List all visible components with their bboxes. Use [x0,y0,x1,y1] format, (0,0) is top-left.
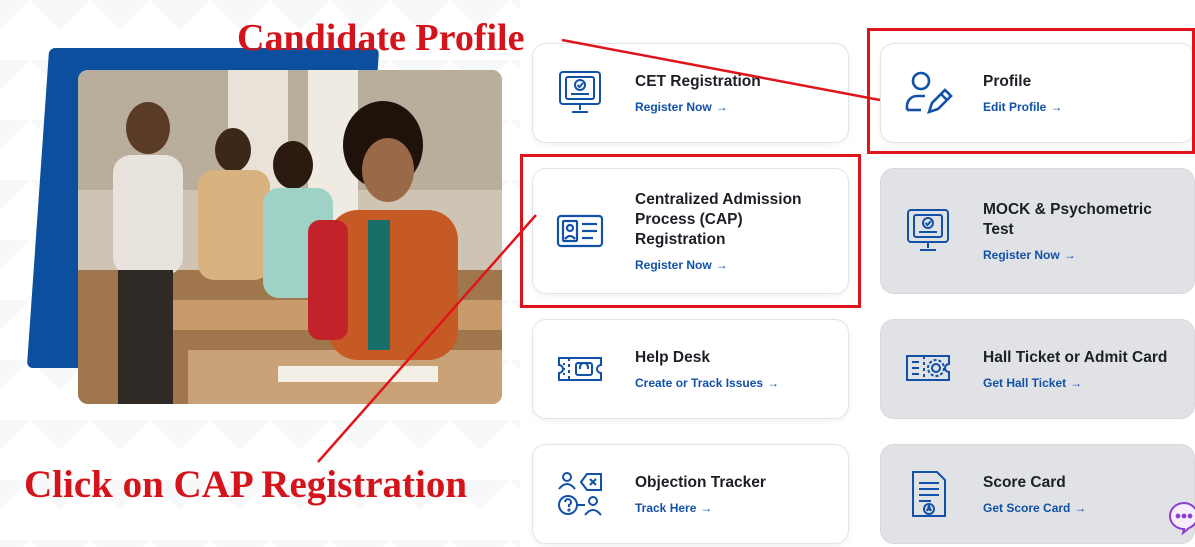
chat-bubble-icon[interactable] [1166,499,1195,536]
candidate-profile-annotation: Candidate Profile [237,17,525,59]
click-cap-annotation: Click on CAP Registration [24,463,468,506]
